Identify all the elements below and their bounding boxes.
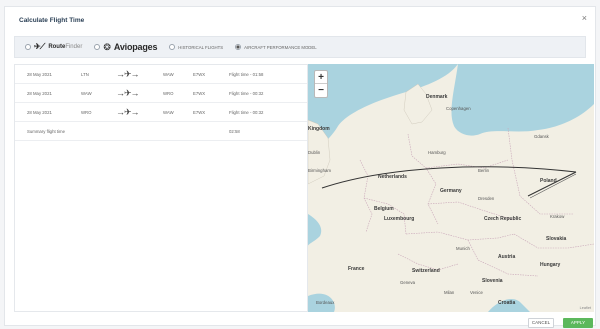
- map-label: Krakow: [550, 214, 565, 219]
- leg-date: 28 May 2021: [27, 72, 52, 77]
- map-label: Germany: [440, 188, 462, 194]
- summary-flight-time: 02:58: [229, 129, 240, 134]
- apply-button[interactable]: APPLY: [563, 318, 593, 328]
- leg-flight-time: Flight time - 01:58: [229, 72, 264, 77]
- leg-date: 28 May 2021: [27, 91, 52, 96]
- aviopages-option[interactable]: ❂ Aviopages: [94, 42, 157, 53]
- map-label: Bordeaux: [316, 300, 335, 305]
- country-borders: [359, 127, 594, 277]
- map-label: Hamburg: [428, 150, 446, 155]
- summary-label: Summary flight time: [27, 129, 65, 134]
- plane-route-icon: →✈→: [116, 69, 140, 79]
- map-label: Denmark: [426, 94, 448, 100]
- map-label: Milan: [444, 290, 455, 295]
- map-label: Berlin: [478, 168, 489, 173]
- plane-route-icon: →✈→: [116, 107, 140, 117]
- map-label: Kingdom: [308, 126, 330, 132]
- route-map[interactable]: + − Denmark Copenhagen Kingdom Dublin Bi…: [308, 64, 594, 312]
- aviopages-icon: ❂: [103, 41, 111, 52]
- map-label: Dresden: [478, 196, 495, 201]
- aircraft-performance-label: AIRCRAFT PERFORMANCE MODEL: [244, 44, 317, 50]
- channel: [308, 214, 322, 246]
- leg-departure: WAW: [81, 91, 92, 96]
- historical-flights-radio[interactable]: [169, 44, 176, 50]
- map-label: Birmingham: [308, 168, 331, 173]
- map-label: Slovenia: [482, 278, 503, 284]
- map-label: Czech Republic: [484, 216, 522, 222]
- routefinder-option[interactable]: ✈⟋ Route Finder: [25, 42, 82, 52]
- aircraft-performance-radio[interactable]: [235, 44, 242, 50]
- cancel-button[interactable]: CANCEL: [528, 318, 554, 328]
- baltic-sea: [451, 64, 594, 136]
- map-label: Luxembourg: [384, 216, 415, 222]
- table-row: 28 May 2021 WRO →✈→ WAW E7WX Flight time…: [15, 103, 307, 122]
- leg-aircraft-type: E7WX: [193, 110, 206, 115]
- leg-arrival: WRO: [163, 91, 174, 96]
- map-label: Venice: [470, 290, 483, 295]
- zoom-out-button[interactable]: −: [315, 84, 327, 97]
- leg-departure: WRO: [81, 110, 92, 115]
- map-label: Slovakia: [546, 236, 567, 242]
- north-sea: [308, 64, 458, 156]
- routefinder-logo: ✈⟋ Route Finder: [34, 42, 82, 52]
- routefinder-logo-text-light: Finder: [65, 44, 83, 50]
- route-line-waw-wro: [527, 171, 577, 197]
- leg-arrival: WAW: [163, 110, 174, 115]
- leg-aircraft-type: E7WX: [193, 72, 206, 77]
- leg-arrival: WAW: [163, 72, 174, 77]
- map-label: France: [348, 266, 365, 272]
- routefinder-radio[interactable]: [25, 44, 31, 50]
- map-attribution[interactable]: Leaflet: [580, 306, 591, 310]
- zoom-control: + −: [314, 70, 328, 98]
- map-label: Netherlands: [378, 174, 407, 180]
- leg-flight-time: Flight time - 00:32: [229, 110, 264, 115]
- historical-flights-option[interactable]: HISTORICAL FLIGHTS: [169, 44, 223, 50]
- summary-row: Summary flight time 02:58: [15, 122, 307, 141]
- map-label: Geneva: [400, 280, 416, 285]
- routefinder-logo-text: Route: [48, 44, 66, 50]
- plane-route-icon: →✈→: [116, 88, 140, 98]
- aviopages-logo-text: Aviopages: [113, 42, 158, 52]
- historical-flights-label: HISTORICAL FLIGHTS: [178, 44, 224, 50]
- leg-date: 28 May 2021: [27, 110, 52, 115]
- close-icon[interactable]: ×: [582, 14, 587, 23]
- table-row: 28 May 2021 LTN →✈→ WAW E7WX Flight time…: [15, 65, 307, 84]
- source-selector-toolbar: ✈⟋ Route Finder ❂ Aviopages HISTORICAL F…: [14, 36, 586, 58]
- leg-aircraft-type: E7WX: [193, 91, 206, 96]
- flight-legs-table: 28 May 2021 LTN →✈→ WAW E7WX Flight time…: [14, 64, 308, 312]
- leg-flight-time: Flight time - 00:32: [229, 91, 264, 96]
- map-label: Hungary: [540, 262, 561, 268]
- route-line-ltn-waw: [321, 166, 577, 189]
- map-label: Munich: [456, 246, 470, 251]
- map-label: Switzerland: [412, 268, 440, 274]
- map-label: Copenhagen: [446, 106, 471, 111]
- map-label: Austria: [498, 254, 516, 260]
- map-label: Poland: [540, 178, 557, 184]
- table-row: 28 May 2021 WAW →✈→ WRO E7WX Flight time…: [15, 84, 307, 103]
- map-label: Croatia: [498, 300, 516, 306]
- map-label: Dublin: [308, 150, 321, 155]
- aircraft-performance-option[interactable]: AIRCRAFT PERFORMANCE MODEL: [235, 44, 317, 50]
- aviopages-logo: ❂ Aviopages: [103, 42, 157, 53]
- map-label: Belgium: [374, 206, 394, 212]
- map-label: Gdansk: [534, 134, 549, 139]
- aviopages-radio[interactable]: [94, 44, 101, 50]
- dialog-title: Calculate Flight Time: [19, 17, 85, 24]
- leg-departure: LTN: [81, 72, 89, 77]
- zoom-in-button[interactable]: +: [315, 71, 327, 84]
- routefinder-plane-icon: ✈⟋: [34, 42, 45, 51]
